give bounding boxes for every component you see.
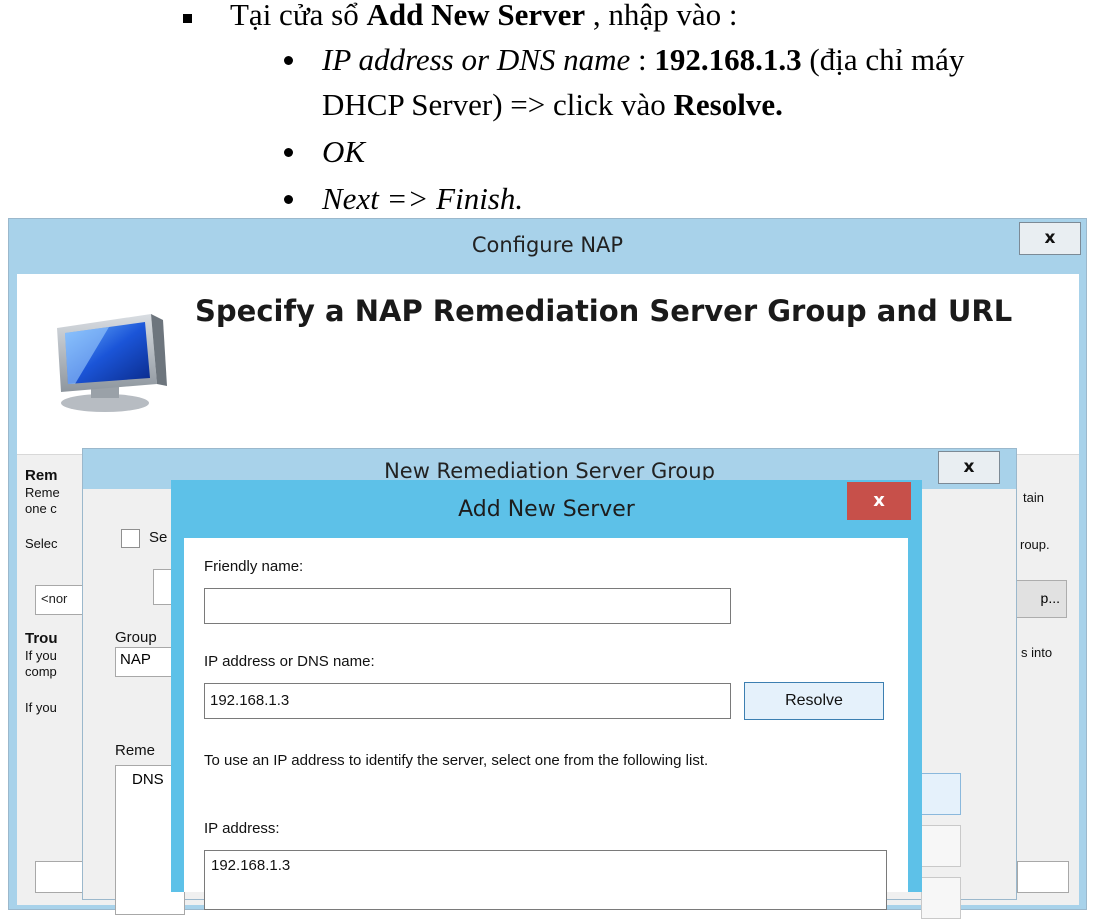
instruction-line-4: OK: [322, 134, 366, 169]
remediation-section-label: Rem: [25, 467, 58, 484]
computer-monitor-icon: [57, 314, 167, 412]
ip-or-dns-label: IP address or DNS name:: [204, 653, 375, 670]
url-field-end: [1017, 861, 1069, 893]
instruction-line-3: DHCP Server) => click vào Resolve.: [322, 87, 783, 122]
document-instructions: Tại cửa sổ Add New Server , nhập vào : I…: [0, 0, 1101, 220]
group-name-field[interactable]: NAP: [115, 647, 175, 677]
troubleshooting-text-fragment: comp: [25, 664, 57, 679]
bullet-icon: [284, 56, 293, 65]
close-button[interactable]: x: [1019, 222, 1081, 255]
remove-button-edge[interactable]: [921, 877, 961, 919]
ip-selection-hint: To use an IP address to identify the ser…: [204, 752, 709, 769]
ip-address-list-label: IP address:: [204, 820, 280, 837]
description-fragment: s into: [1021, 645, 1053, 660]
description-fragment: roup.: [1020, 537, 1050, 552]
bullet-icon: [284, 148, 293, 157]
troubleshooting-text-fragment: If you: [25, 648, 57, 663]
wizard-header: Specify a NAP Remediation Server Group a…: [17, 274, 1079, 455]
ip-address-list-item[interactable]: 192.168.1.3: [205, 851, 886, 874]
troubleshooting-section-label: Trou: [25, 630, 58, 647]
instruction-line-2: IP address or DNS name : 192.168.1.3 (đị…: [322, 42, 965, 77]
description-fragment: tain: [1023, 490, 1044, 505]
checkbox[interactable]: [121, 529, 140, 548]
add-button-edge[interactable]: [921, 773, 961, 815]
remediation-description-fragment: one c: [25, 501, 57, 516]
remediation-description-fragment: Reme: [25, 485, 60, 500]
instruction-line-5: Next => Finish.: [322, 181, 524, 216]
square-bullet-icon: [183, 14, 192, 23]
ip-address-list[interactable]: 192.168.1.3: [204, 850, 887, 910]
window-title: Configure NAP: [471, 233, 624, 257]
ip-or-dns-field[interactable]: 192.168.1.3: [204, 683, 731, 719]
group-name-label-fragment: Group: [115, 629, 157, 646]
dialog-title: Add New Server: [458, 497, 635, 522]
instruction-line-1: Tại cửa sổ Add New Server , nhập vào :: [230, 0, 738, 32]
select-label-fragment: Selec: [25, 536, 58, 551]
resolve-button[interactable]: Resolve: [744, 682, 884, 720]
dialog-client-area: Friendly name: IP address or DNS name: 1…: [184, 538, 908, 910]
edit-button-edge[interactable]: [921, 825, 961, 867]
friendly-name-field[interactable]: [204, 588, 731, 624]
troubleshooting-text-fragment: If you: [25, 700, 57, 715]
friendly-name-label: Friendly name:: [204, 558, 304, 575]
close-button[interactable]: x: [938, 451, 1000, 484]
remediation-servers-label-fragment: Reme: [115, 742, 156, 759]
wizard-heading: Specify a NAP Remediation Server Group a…: [195, 294, 1013, 328]
bullet-icon: [284, 195, 293, 204]
close-button[interactable]: x: [847, 482, 911, 520]
add-new-server-dialog: Add New Server x Friendly name: IP addre…: [171, 480, 922, 910]
checkbox-label-fragment: Se: [149, 529, 168, 546]
